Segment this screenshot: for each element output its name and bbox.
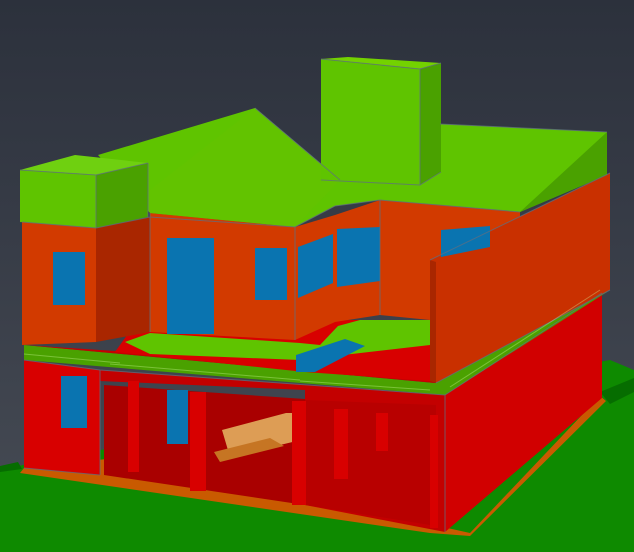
upper-window-door — [167, 238, 214, 334]
tank-side — [420, 63, 441, 185]
tank-front — [321, 59, 420, 185]
column-2 — [190, 392, 206, 491]
column-6 — [430, 415, 438, 528]
ground-window-center — [167, 390, 188, 444]
left-roof-block-front — [20, 170, 96, 228]
upper-right-parapet-edge — [430, 260, 436, 383]
upper-left-side-wall — [96, 217, 150, 342]
cad-3d-viewport[interactable] — [0, 0, 634, 552]
column-4 — [334, 409, 348, 479]
column-3 — [292, 401, 306, 505]
column-5 — [376, 413, 388, 451]
building-3d-model[interactable] — [0, 0, 634, 552]
upper-window-mid — [255, 248, 287, 300]
ground-floor-interior-depth — [305, 400, 436, 526]
upper-window-curved-2 — [337, 227, 380, 287]
upper-window-left — [53, 252, 85, 305]
ground-window-left — [61, 376, 87, 428]
column-1 — [128, 381, 139, 472]
